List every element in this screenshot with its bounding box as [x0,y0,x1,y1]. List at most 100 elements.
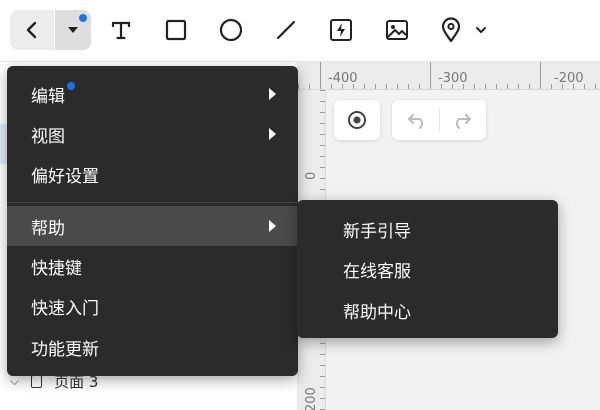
submenu-item-online-support[interactable]: 在线客服 [297,249,558,289]
menu-item-shortcuts[interactable]: 快捷键 [7,246,298,286]
ruler-tick [430,62,431,89]
ruler-tick [551,84,552,89]
menu-divider [7,202,298,203]
notification-badge [67,82,75,90]
ruler-tick [397,84,398,89]
ruler-tick [474,84,475,89]
redo-icon[interactable] [450,111,472,129]
ruler-tick [320,101,325,102]
submenu-item-onboarding[interactable]: 新手引导 [297,209,558,249]
submenu-item-help-center[interactable]: 帮助中心 [297,290,558,330]
ruler-tick [320,145,325,146]
image-icon [386,20,408,40]
ruler-tick [595,84,596,89]
ruler-tick [320,112,325,113]
ruler-tick [573,84,574,89]
record-button[interactable] [334,100,380,140]
menu-item-label: 视图 [31,126,65,147]
ruler-tick [342,84,343,89]
undo-redo-group [392,100,486,140]
ruler-tick [331,84,332,89]
rectangle-tool-button[interactable] [156,10,196,50]
text-icon [111,21,131,40]
menu-item-label: 编辑 [31,86,65,107]
main-menu: 编辑 视图 偏好设置 帮助 快捷键 快速入门 功能更新 [7,66,298,376]
ruler-tick [353,84,354,89]
menu-item-quick-start[interactable]: 快速入门 [7,286,298,326]
ruler-tick [441,84,442,89]
menu-item-view[interactable]: 视图 [7,114,298,154]
submenu-arrow-icon [269,128,276,140]
menu-item-edit[interactable]: 编辑 [7,74,298,114]
ruler-tick [320,156,325,157]
ellipse-tool-button[interactable] [211,10,251,50]
divider [438,108,440,132]
main-menu-button[interactable] [55,10,91,50]
help-submenu: 新手引导 在线客服 帮助中心 [297,200,558,338]
menu-item-label: 快速入门 [31,298,99,319]
submenu-item-label: 在线客服 [343,261,411,282]
ruler-tick [518,84,519,89]
map-pin-icon [441,17,461,43]
menu-item-label: 功能更新 [31,339,99,360]
ruler-tick [320,62,321,89]
ruler-tick [320,398,325,399]
ruler-tick [496,84,497,89]
location-tool-button[interactable] [431,10,471,50]
menu-item-label: 快捷键 [31,258,82,279]
image-tool-button[interactable] [377,10,417,50]
ruler-tick [320,167,325,168]
ruler-tick [375,84,376,89]
submenu-arrow-icon [269,88,276,100]
submenu-item-label: 新手引导 [343,221,411,242]
menu-item-preferences[interactable]: 偏好设置 [7,154,298,194]
ruler-tick [320,123,325,124]
ruler-tick [320,90,325,91]
circle-icon [219,18,243,42]
line-icon [276,20,296,40]
ruler-tick [529,84,530,89]
menu-item-help[interactable]: 帮助 [7,206,298,246]
back-button[interactable] [10,10,54,50]
ruler-tick [386,84,387,89]
ruler-tick [463,84,464,89]
text-tool-button[interactable] [101,10,141,50]
more-tools-dropdown[interactable] [467,10,495,50]
ruler-tick [408,84,409,89]
chevron-down-icon: ⌵ [10,374,20,388]
ruler-label: -200 [554,71,584,86]
ruler-tick [320,365,325,366]
submenu-item-label: 帮助中心 [343,302,411,323]
horizontal-ruler: -400 -300 -200 [298,62,600,90]
toolbar [0,0,600,62]
menu-item-label: 偏好设置 [31,166,99,187]
ruler-tick [452,84,453,89]
ruler-tick [320,178,325,179]
ruler-tick [320,189,325,190]
rectangle-icon [165,19,187,41]
ruler-tick [485,84,486,89]
page-icon [31,375,43,388]
menu-item-label: 帮助 [31,218,65,239]
menu-item-whats-new[interactable]: 功能更新 [7,327,298,367]
undo-icon[interactable] [407,111,429,129]
caret-down-icon [68,27,78,33]
ruler-tick [419,84,420,89]
ruler-tick [364,84,365,89]
lightning-box-icon [330,19,352,41]
record-icon [348,111,366,129]
ruler-tick [320,343,325,344]
ruler-tick [320,354,325,355]
chevron-down-icon [476,27,486,33]
ruler-tick [562,84,563,89]
ruler-tick [584,84,585,89]
ruler-tick [320,134,325,135]
ruler-label: 200 [304,387,319,410]
notification-badge [79,14,87,22]
line-tool-button[interactable] [266,10,306,50]
ruler-tick [320,376,325,377]
submenu-arrow-icon [269,220,276,232]
ruler-tick [540,62,541,89]
hotspot-tool-button[interactable] [321,10,361,50]
ruler-tick [320,387,325,388]
